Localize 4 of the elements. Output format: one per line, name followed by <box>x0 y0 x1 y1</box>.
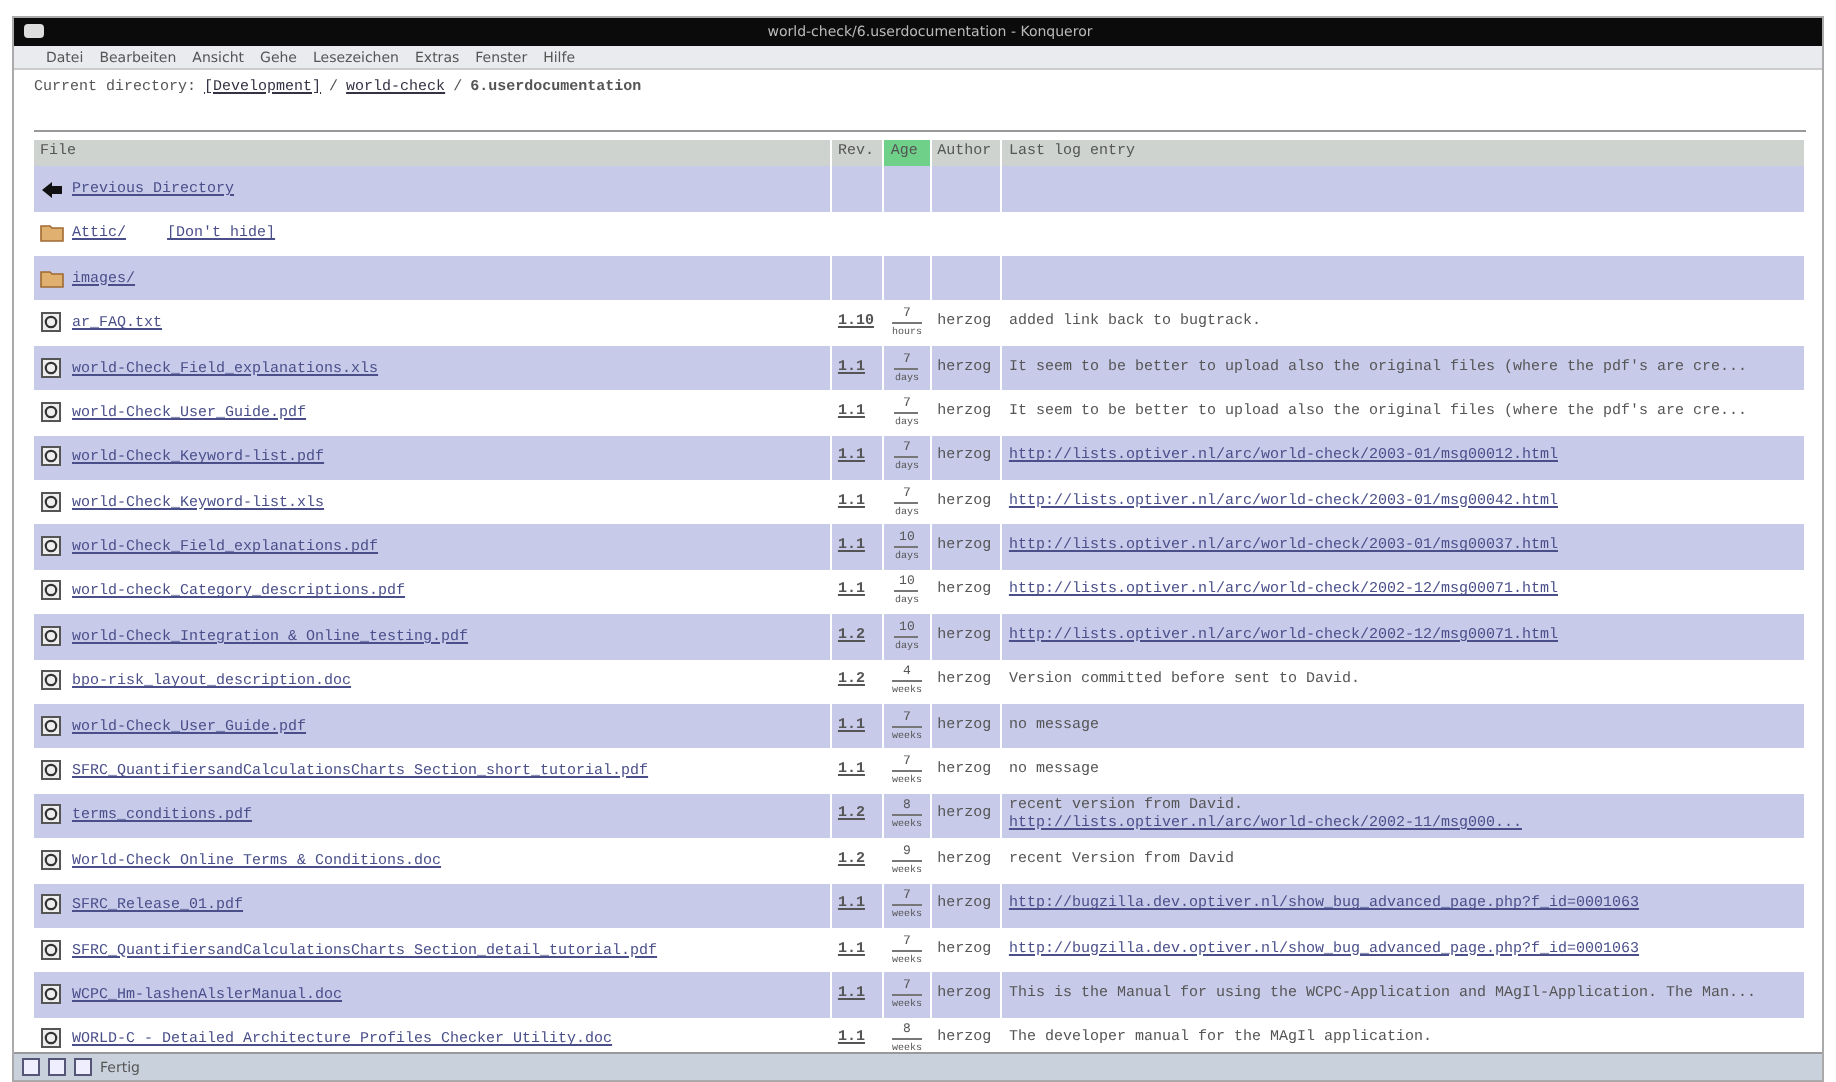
app-icon[interactable] <box>22 22 46 40</box>
folder-icon <box>40 222 64 243</box>
folder-icon <box>40 267 64 288</box>
back-arrow-icon <box>40 177 64 198</box>
